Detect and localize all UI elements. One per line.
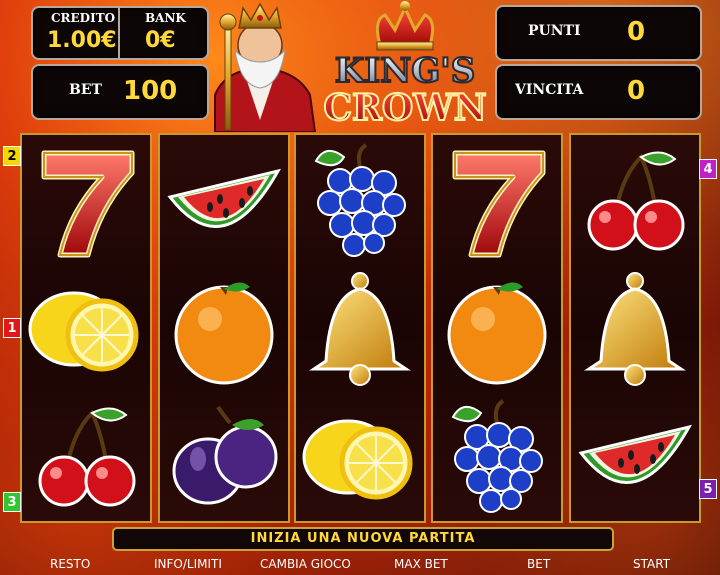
logo-line1: KING'S [335, 51, 476, 91]
symbol-watermelon-icon [160, 137, 288, 265]
reel-3 [294, 133, 426, 523]
symbol-plum-icon [160, 393, 288, 521]
symbol-bell-icon [571, 265, 699, 393]
bet-panel: BET 100 [31, 64, 209, 120]
symbol-lemon-icon [22, 265, 150, 393]
bet-button[interactable]: BET [527, 557, 550, 571]
punti-panel: PUNTI 0 [495, 5, 702, 61]
message-bar: INIZIA UNA NUOVA PARTITA [112, 527, 614, 551]
credito-value: 1.00€ [47, 28, 117, 53]
symbol-orange-icon [160, 265, 288, 393]
symbol-lemon-icon [296, 393, 424, 521]
cambia-gioco-button[interactable]: CAMBIA GIOCO [260, 557, 351, 571]
payline-marker-4: 4 [699, 159, 717, 179]
vincita-label: VINCITA [515, 82, 584, 98]
bet-label: BET [69, 82, 102, 98]
vincita-value: 0 [627, 76, 646, 106]
game-logo: KING'S CROWN [205, 0, 495, 133]
symbol-seven-icon [433, 137, 561, 265]
bank-label: BANK [145, 11, 186, 25]
max-bet-button[interactable]: MAX BET [394, 557, 448, 571]
info-limiti-button[interactable]: INFO/LIMITI [154, 557, 222, 571]
payline-marker-3: 3 [3, 492, 21, 512]
panel-divider [118, 8, 120, 58]
symbol-bell-icon [296, 265, 424, 393]
reel-1 [20, 133, 152, 523]
bet-value: 100 [123, 76, 178, 106]
symbol-watermelon-icon [571, 393, 699, 521]
reel-5 [569, 133, 701, 523]
credito-label: CREDITO [51, 11, 116, 25]
reel-4 [431, 133, 563, 523]
crown-icon [375, 1, 435, 51]
symbol-cherry-icon [571, 137, 699, 265]
reel-2 [158, 133, 290, 523]
symbol-seven-icon [22, 137, 150, 265]
resto-button[interactable]: RESTO [50, 557, 90, 571]
punti-label: PUNTI [528, 23, 581, 39]
king-icon [214, 2, 317, 133]
symbol-grapes-icon [296, 137, 424, 265]
logo-line2: CROWN [323, 87, 486, 129]
credito-bank-panel: CREDITO 1.00€ BANK 0€ [31, 6, 209, 60]
vincita-panel: VINCITA 0 [495, 64, 702, 120]
start-button[interactable]: START [633, 557, 670, 571]
punti-value: 0 [627, 17, 646, 47]
symbol-cherry-icon [22, 393, 150, 521]
payline-marker-2: 2 [3, 146, 21, 166]
symbol-grapes-icon [433, 393, 561, 521]
payline-marker-5: 5 [699, 479, 717, 499]
bank-value: 0€ [145, 28, 176, 53]
payline-marker-1: 1 [3, 318, 21, 338]
reels-area [20, 133, 701, 523]
symbol-orange-icon [433, 265, 561, 393]
